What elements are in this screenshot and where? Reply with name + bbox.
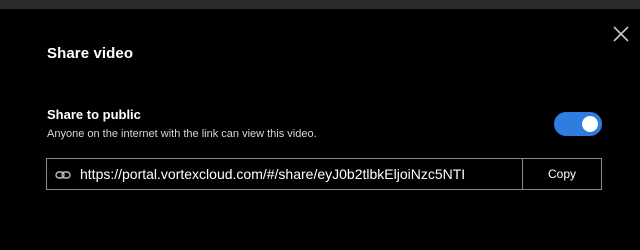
close-button[interactable]: [610, 23, 632, 45]
share-public-toggle[interactable]: [554, 112, 602, 136]
share-link-field[interactable]: https://portal.vortexcloud.com/#/share/e…: [46, 158, 522, 190]
link-icon: [55, 171, 71, 179]
share-public-description: Anyone on the internet with the link can…: [47, 128, 317, 140]
toggle-knob: [582, 116, 598, 132]
share-public-title: Share to public: [47, 107, 141, 122]
background-strip: [0, 0, 640, 9]
share-link-url: https://portal.vortexcloud.com/#/share/e…: [80, 166, 466, 182]
copy-button[interactable]: Copy: [522, 158, 602, 190]
share-video-dialog: Share video Share to public Anyone on th…: [0, 9, 640, 250]
dialog-title: Share video: [47, 45, 134, 62]
close-icon: [613, 26, 629, 42]
